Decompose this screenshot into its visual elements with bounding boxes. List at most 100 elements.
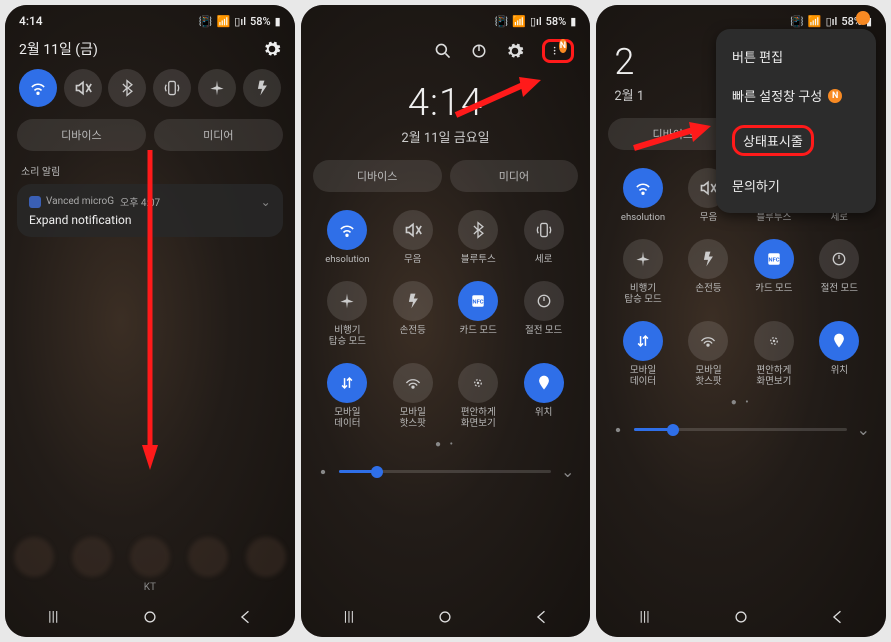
qs-wifi[interactable] [19, 69, 57, 107]
qs-tile-rotate[interactable]: 세로 [511, 210, 576, 265]
qs-tile-power[interactable]: 절전 모드 [511, 281, 576, 347]
media-pill[interactable]: 미디어 [154, 119, 283, 151]
qs-tile-label: 카드 모드 [460, 326, 497, 336]
quick-settings-row [5, 69, 295, 119]
chevron-down-icon[interactable]: ⌄ [261, 195, 271, 209]
qs-tile-label: 무음 [700, 213, 717, 223]
airplane-icon [623, 239, 663, 279]
clock-date: 2월 11일 금요일 [301, 127, 591, 146]
flash-icon [688, 239, 728, 279]
qs-tile-loc[interactable]: 위치 [807, 321, 872, 387]
qs-bluetooth[interactable] [108, 69, 146, 107]
nav-home[interactable] [721, 608, 761, 626]
loc-icon [524, 363, 564, 403]
settings-icon[interactable] [506, 42, 524, 60]
settings-icon[interactable] [263, 40, 281, 58]
media-pill[interactable]: 미디어 [450, 160, 579, 192]
nav-home[interactable] [130, 608, 170, 626]
device-pill[interactable]: 디바이스 [17, 119, 146, 151]
nav-back[interactable] [818, 608, 858, 626]
power-icon [819, 239, 859, 279]
nav-home[interactable] [425, 608, 465, 626]
qs-tile-eye[interactable]: 편안하게 화면보기 [741, 321, 806, 387]
search-icon[interactable] [434, 42, 452, 60]
qs-tile-label: 절전 모드 [821, 284, 858, 294]
qs-airplane[interactable] [198, 69, 236, 107]
qs-tile-flash[interactable]: 손전등 [380, 281, 445, 347]
vibrate-icon: 📳 [790, 15, 804, 28]
qs-tile-wifi[interactable]: ehsolution [315, 210, 380, 265]
battery-icon: ▮ [275, 15, 281, 28]
qs-tile-hotspot[interactable]: 모바일 핫스팟 [676, 321, 741, 387]
page-indicator: ● • [596, 387, 886, 414]
qs-tile-data[interactable]: 모바일 데이터 [315, 363, 380, 429]
loc-icon [819, 321, 859, 361]
signal-icon: ▯ıl [234, 15, 246, 28]
qs-tile-airplane[interactable]: 비행기 탑승 모드 [610, 239, 675, 305]
qs-tile-data[interactable]: 모바일 데이터 [610, 321, 675, 387]
power-icon[interactable] [470, 42, 488, 60]
nav-recents[interactable]: ||| [33, 609, 73, 625]
qs-tile-nfc[interactable]: 카드 모드 [446, 281, 511, 347]
bt-icon [458, 210, 498, 250]
menu-item-statusbar[interactable]: 상태표시줄 [716, 115, 876, 166]
tutorial-arrow-down [140, 150, 160, 470]
nav-bar: ||| [596, 597, 886, 637]
qs-tile-mute[interactable]: 무음 [380, 210, 445, 265]
qs-tile-label: 모바일 데이터 [630, 366, 656, 387]
nav-back[interactable] [226, 608, 266, 626]
qs-tile-label: 모바일 핫스팟 [695, 366, 721, 387]
qs-tile-power[interactable]: 절전 모드 [807, 239, 872, 305]
qs-tile-label: 모바일 핫스팟 [400, 408, 426, 429]
clock-time: 4:14 [301, 81, 591, 125]
qs-tile-label: ehsolution [621, 213, 665, 223]
chevron-down-icon[interactable]: ⌄ [561, 462, 574, 481]
qs-rotate[interactable] [153, 69, 191, 107]
more-icon[interactable]: N [549, 42, 567, 60]
qs-tile-nfc[interactable]: 카드 모드 [741, 239, 806, 305]
qs-tile-label: 비행기 탑승 모드 [329, 326, 366, 347]
qs-tile-label: 손전등 [400, 326, 426, 336]
brightness-slider[interactable]: ⌄ [596, 414, 886, 443]
phone-panel-3: 📳 📶 ▯ıl 58% ▮ 버튼 편집빠른 설정창 구성N상태표시줄문의하기 2… [596, 5, 886, 637]
menu-item-contact[interactable]: 문의하기 [716, 166, 876, 205]
wifi-icon: 📶 [512, 15, 526, 28]
qs-tile-hotspot[interactable]: 모바일 핫스팟 [380, 363, 445, 429]
badge-n: N [828, 89, 842, 103]
phone-panel-2: 📳 📶 ▯ıl 58% ▮ N 4:14 2월 11일 금요일 디바이스 미디어… [301, 5, 591, 637]
qs-tile-wifi[interactable]: ehsolution [610, 168, 675, 223]
qs-tile-bt[interactable]: 블루투스 [446, 210, 511, 265]
nav-recents[interactable]: ||| [625, 609, 665, 625]
qs-tile-airplane[interactable]: 비행기 탑승 모드 [315, 281, 380, 347]
sun-icon [612, 424, 624, 436]
qs-flashlight[interactable] [243, 69, 281, 107]
overflow-menu: 버튼 편집빠른 설정창 구성N상태표시줄문의하기 [716, 29, 876, 213]
qs-tile-loc[interactable]: 위치 [511, 363, 576, 429]
chevron-down-icon[interactable]: ⌄ [857, 420, 870, 439]
quick-settings-grid: ehsolution 무음 블루투스세로비행기 탑승 모드 손전등 카드 모드 절전 모드… [301, 204, 591, 429]
flash-icon [393, 281, 433, 321]
nav-back[interactable] [522, 608, 562, 626]
more-button-highlight: N [542, 39, 574, 63]
qs-tile-eye[interactable]: 편안하게 화면보기 [446, 363, 511, 429]
qs-tile-label: 비행기 탑승 모드 [624, 284, 661, 305]
badge-n-icon [856, 11, 870, 25]
battery-icon: ▮ [570, 15, 576, 28]
airplane-icon [327, 281, 367, 321]
menu-item-edit[interactable]: 버튼 편집 [716, 37, 876, 76]
menu-item-quick[interactable]: 빠른 설정창 구성N [716, 76, 876, 115]
qs-tile-label: 무음 [404, 255, 421, 265]
signal-icon: ▯ıl [530, 15, 542, 28]
brightness-slider[interactable]: ⌄ [301, 456, 591, 485]
nav-recents[interactable]: ||| [329, 609, 369, 625]
qs-tile-label: 손전등 [695, 284, 721, 294]
qs-tile-flash[interactable]: 손전등 [676, 239, 741, 305]
power-icon [524, 281, 564, 321]
vibrate-icon: 📳 [495, 15, 509, 28]
device-pill[interactable]: 디바이스 [313, 160, 442, 192]
qs-mute[interactable] [64, 69, 102, 107]
nfc-icon [754, 239, 794, 279]
qs-tile-label: 카드 모드 [755, 284, 792, 294]
wifi-icon: 📶 [217, 15, 231, 28]
notif-app-name: Vanced microG [46, 196, 114, 207]
